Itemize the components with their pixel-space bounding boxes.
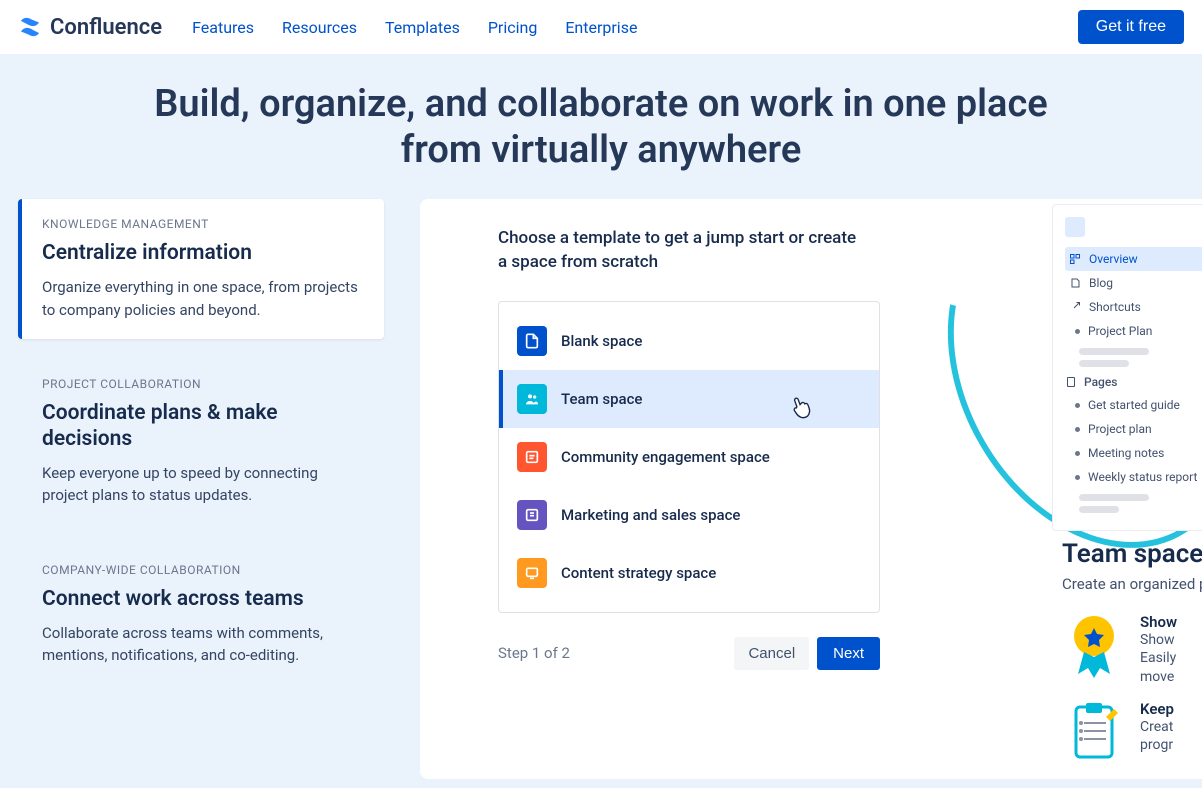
detail-title: Team space	[1062, 539, 1202, 569]
nav-label: Project Plan	[1088, 324, 1152, 338]
nav-shortcuts[interactable]: Shortcuts	[1065, 295, 1202, 319]
bullet-icon	[1075, 475, 1080, 480]
pages-header: Pages	[1065, 375, 1202, 389]
community-icon	[517, 442, 547, 472]
nav-links: Features Resources Templates Pricing Ent…	[192, 18, 637, 37]
bullet-icon	[1075, 403, 1080, 408]
nav-link-features[interactable]: Features	[192, 18, 254, 37]
card-project-collaboration[interactable]: PROJECT COLLABORATION Coordinate plans &…	[18, 359, 384, 524]
feature-cards: KNOWLEDGE MANAGEMENT Centralize informat…	[18, 199, 384, 779]
template-marketing[interactable]: Marketing and sales space	[499, 486, 879, 544]
card-eyebrow: KNOWLEDGE MANAGEMENT	[42, 217, 364, 231]
card-company-wide[interactable]: COMPANY-WIDE COLLABORATION Connect work …	[18, 545, 384, 685]
blog-icon	[1069, 277, 1081, 289]
nav-placeholder	[1079, 360, 1129, 367]
pages-icon	[1065, 376, 1077, 388]
users-icon	[517, 384, 547, 414]
overview-icon	[1069, 253, 1081, 265]
card-desc: Keep everyone up to speed by connecting …	[42, 462, 364, 507]
nav-label: Blog	[1089, 276, 1113, 290]
next-button[interactable]: Next	[817, 637, 880, 670]
hero-title: Build, organize, and collaborate on work…	[0, 54, 1202, 199]
template-label: Marketing and sales space	[561, 506, 740, 524]
brand-logo[interactable]: Confluence	[18, 15, 162, 40]
nav-project-plan[interactable]: Project Plan	[1065, 319, 1202, 343]
step-indicator: Step 1 of 2	[498, 644, 570, 662]
benefit-row: Keep Creat progr	[1062, 700, 1202, 764]
page-label: Project plan	[1088, 422, 1152, 436]
template-label: Content strategy space	[561, 564, 716, 582]
template-community[interactable]: Community engagement space	[499, 428, 879, 486]
card-title: Centralize information	[42, 241, 364, 266]
page-item[interactable]: Project plan	[1065, 417, 1202, 441]
nav-label: Overview	[1089, 252, 1138, 266]
wizard-footer: Step 1 of 2 Cancel Next	[498, 637, 880, 670]
nav-link-enterprise[interactable]: Enterprise	[565, 18, 637, 37]
page-item[interactable]: Meeting notes	[1065, 441, 1202, 465]
benefit-title: Keep	[1140, 700, 1174, 718]
template-list: Blank space Team space Community engagem…	[498, 301, 880, 613]
benefit-title: Show	[1140, 613, 1177, 631]
benefit-desc: Creat progr	[1140, 718, 1174, 754]
page-placeholder	[1079, 506, 1119, 513]
template-blank-space[interactable]: Blank space	[499, 312, 879, 370]
benefit-row: Show Show Easily move	[1062, 613, 1202, 686]
content-row: KNOWLEDGE MANAGEMENT Centralize informat…	[0, 199, 1202, 779]
pointer-cursor-icon	[786, 391, 818, 429]
shortcut-icon	[1069, 301, 1081, 313]
content-icon	[517, 558, 547, 588]
team-space-detail: Team space Create an organized place Sho…	[1052, 529, 1202, 788]
preview-prompt: Choose a template to get a jump start or…	[498, 227, 858, 275]
get-it-free-button[interactable]: Get it free	[1078, 10, 1184, 44]
card-eyebrow: COMPANY-WIDE COLLABORATION	[42, 563, 364, 577]
benefit-desc: Show Easily move	[1140, 631, 1177, 686]
nav-link-pricing[interactable]: Pricing	[488, 18, 538, 37]
card-desc: Organize everything in one space, from p…	[42, 276, 364, 321]
marketing-icon	[517, 500, 547, 530]
space-nav-preview: Overview Blog Shortcuts Project Plan Pag…	[1052, 204, 1202, 531]
space-icon	[1065, 217, 1085, 237]
card-eyebrow: PROJECT COLLABORATION	[42, 377, 364, 391]
card-knowledge-management[interactable]: KNOWLEDGE MANAGEMENT Centralize informat…	[18, 199, 384, 339]
bullet-icon	[1075, 451, 1080, 456]
nav-blog[interactable]: Blog	[1065, 271, 1202, 295]
benefit-text: Show Show Easily move	[1140, 613, 1177, 686]
card-desc: Collaborate across teams with comments, …	[42, 622, 364, 667]
nav-link-templates[interactable]: Templates	[385, 18, 460, 37]
nav-link-resources[interactable]: Resources	[282, 18, 357, 37]
page-placeholder	[1079, 494, 1149, 501]
template-team-space[interactable]: Team space	[499, 370, 879, 428]
page-item[interactable]: Weekly status report	[1065, 465, 1202, 489]
top-nav: Confluence Features Resources Templates …	[0, 0, 1202, 54]
cancel-button[interactable]: Cancel	[734, 637, 809, 670]
page-item[interactable]: Get started guide	[1065, 393, 1202, 417]
award-ribbon-icon	[1062, 613, 1126, 677]
card-title: Coordinate plans & make decisions	[42, 401, 364, 451]
brand-name: Confluence	[50, 15, 162, 40]
detail-subtitle: Create an organized place	[1062, 575, 1202, 593]
card-title: Connect work across teams	[42, 587, 364, 612]
page-label: Weekly status report	[1088, 470, 1197, 484]
nav-overview[interactable]: Overview	[1065, 247, 1202, 271]
page-label: Meeting notes	[1088, 446, 1164, 460]
clipboard-icon	[1062, 700, 1126, 764]
template-label: Blank space	[561, 332, 642, 350]
preview-panel: Choose a template to get a jump start or…	[420, 199, 1202, 779]
benefit-text: Keep Creat progr	[1140, 700, 1174, 764]
page-label: Get started guide	[1088, 398, 1180, 412]
nav-label: Shortcuts	[1089, 300, 1141, 314]
nav-placeholder	[1079, 348, 1149, 355]
bullet-icon	[1075, 427, 1080, 432]
template-content-strategy[interactable]: Content strategy space	[499, 544, 879, 602]
confluence-logo-icon	[18, 15, 42, 39]
template-label: Community engagement space	[561, 448, 770, 466]
template-label: Team space	[561, 390, 642, 408]
bullet-icon	[1075, 329, 1080, 334]
file-icon	[517, 326, 547, 356]
